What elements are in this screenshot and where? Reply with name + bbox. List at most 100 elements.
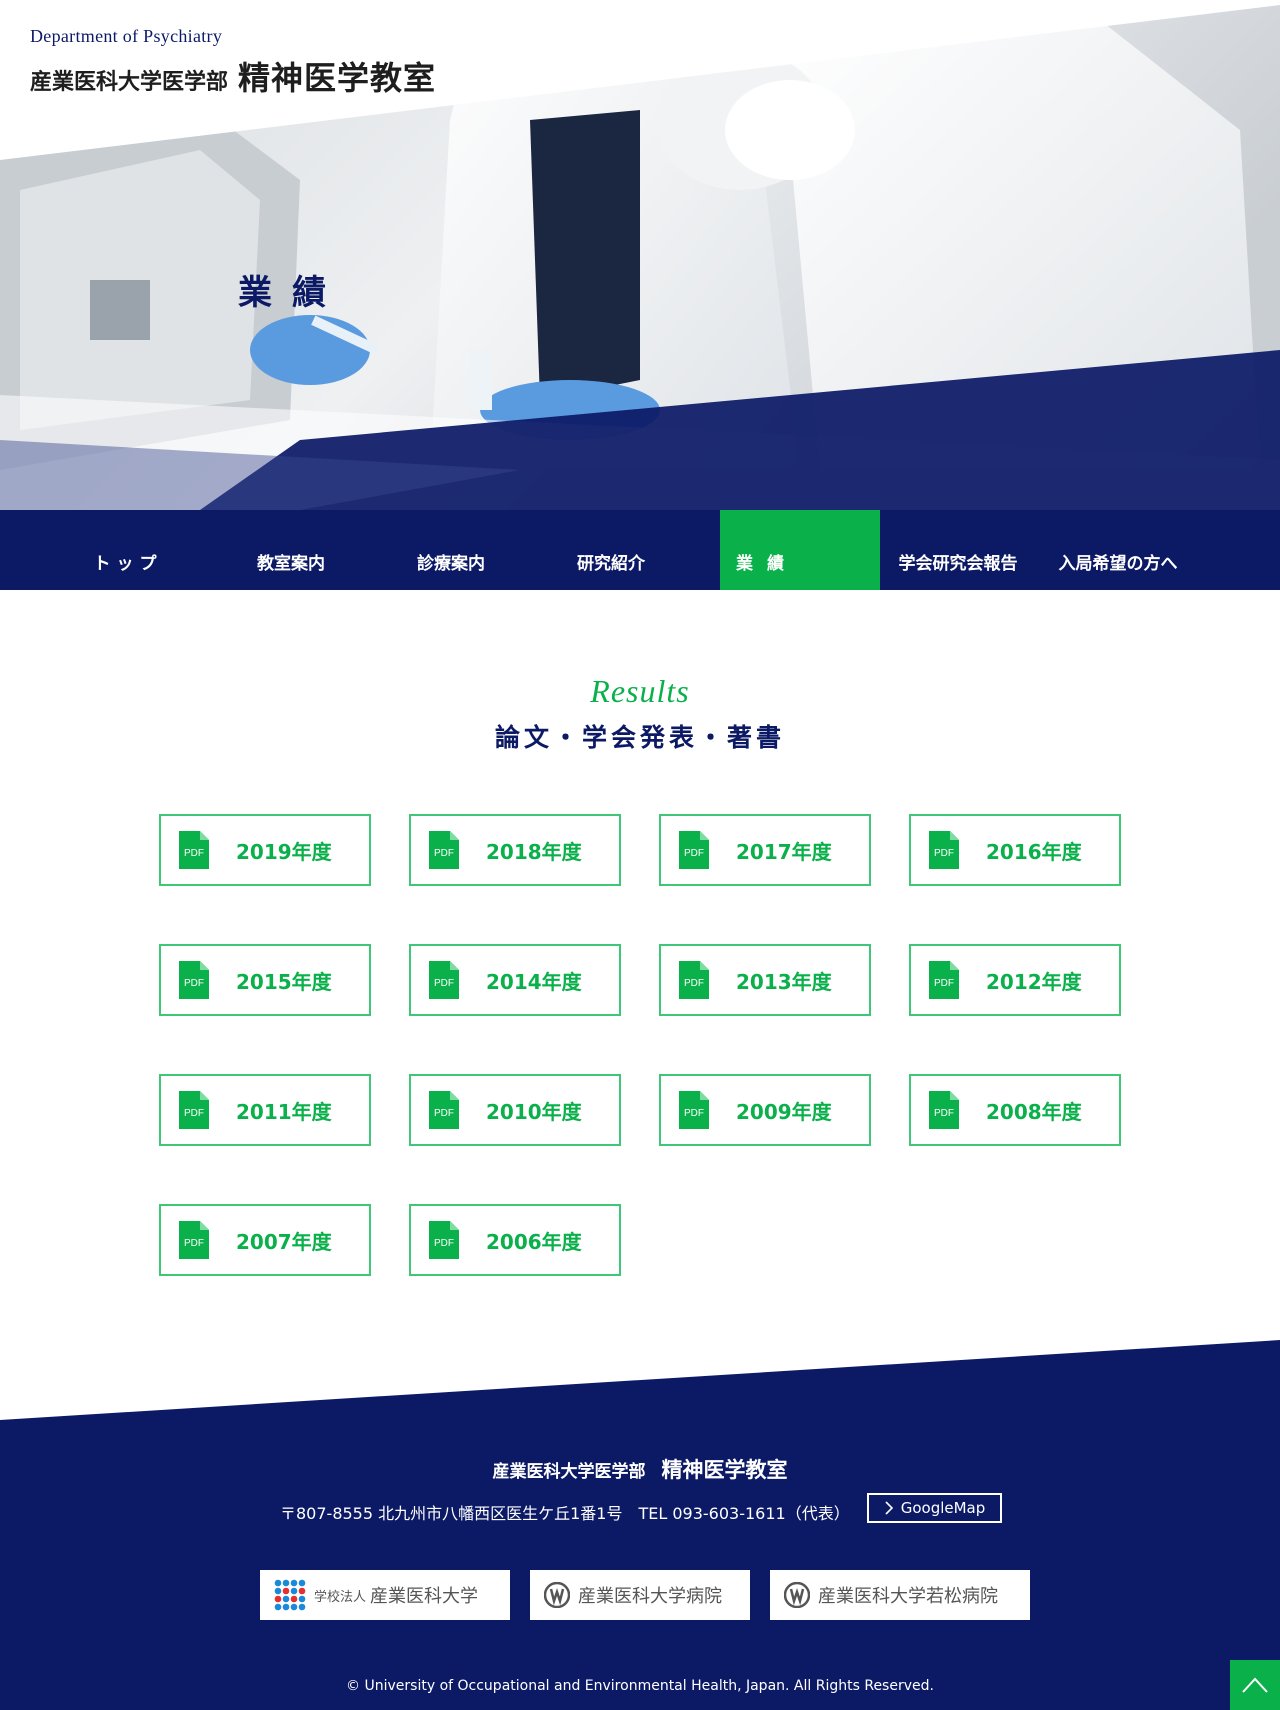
results-year-label: 2008年度: [986, 1099, 1082, 1124]
footer-background: [0, 1340, 1280, 1710]
pdf-icon-text: PDF: [434, 1238, 454, 1249]
pdf-icon-text: PDF: [434, 1108, 454, 1119]
results-year-label: 2009年度: [736, 1099, 832, 1124]
page-title: 業績: [238, 273, 346, 313]
pdf-icon-text: PDF: [184, 978, 204, 989]
logo-university-hospital[interactable]: 産業医科大学病院: [530, 1570, 750, 1620]
pdf-file-icon: PDF: [929, 831, 959, 869]
pdf-file-icon: PDF: [679, 831, 709, 869]
footer-address: 〒807-8555 北九州市八幡西区医生ケ丘1番1号 TEL 093-603-1…: [280, 1504, 850, 1523]
nav-label: 研究紹介: [577, 554, 645, 574]
results-pdf-link[interactable]: PDF 2007年度: [159, 1204, 371, 1276]
nav-item-research[interactable]: 研究紹介: [531, 510, 691, 590]
results-year-label: 2011年度: [236, 1099, 332, 1124]
nav-item-clinic[interactable]: 診療案内: [371, 510, 531, 590]
results-pdf-link[interactable]: PDF 2018年度: [409, 814, 621, 886]
site-brand[interactable]: Department of Psychiatry 産業医科大学医学部 精神医学教…: [30, 26, 436, 99]
results-pdf-link[interactable]: PDF 2015年度: [159, 944, 371, 1016]
pdf-file-icon: PDF: [179, 961, 209, 999]
logo-small-label: 学校法人: [314, 1589, 367, 1605]
logo-uoeh[interactable]: 学校法人 産業医科大学: [260, 1570, 510, 1620]
results-pdf-link[interactable]: PDF 2010年度: [409, 1074, 621, 1146]
logo-wakamatsu-hospital[interactable]: 産業医科大学若松病院: [770, 1570, 1030, 1620]
nav-item-top[interactable]: トップ: [48, 510, 208, 590]
main-nav: トップ 教室案内 診療案内 研究紹介 業績 学会研究会報告 入局希望の方へ: [0, 510, 1280, 590]
results-year-label: 2016年度: [986, 839, 1082, 864]
pdf-file-icon: PDF: [429, 961, 459, 999]
pdf-file-icon: PDF: [179, 1091, 209, 1129]
results-pdf-link[interactable]: PDF 2017年度: [659, 814, 871, 886]
pdf-icon-text: PDF: [684, 848, 704, 859]
results-pdf-link[interactable]: PDF 2008年度: [909, 1074, 1121, 1146]
pdf-icon-text: PDF: [934, 1108, 954, 1119]
results-pdf-link[interactable]: PDF 2009年度: [659, 1074, 871, 1146]
nav-item-conference[interactable]: 学会研究会報告: [878, 510, 1038, 590]
results-year-label: 2012年度: [986, 969, 1082, 994]
pdf-icon-text: PDF: [184, 848, 204, 859]
pdf-icon-text: PDF: [434, 848, 454, 859]
results-heading-en: Results: [590, 673, 690, 709]
hospital-logo-icon: [544, 1582, 570, 1608]
nav-label: 入局希望の方へ: [1058, 554, 1178, 574]
googlemap-button[interactable]: GoogleMap: [867, 1493, 1002, 1523]
copyright: © University of Occupational and Environ…: [346, 1678, 934, 1694]
pdf-file-icon: PDF: [179, 831, 209, 869]
logo-label: 産業医科大学: [370, 1586, 479, 1607]
results-pdf-link[interactable]: PDF 2016年度: [909, 814, 1121, 886]
results-year-label: 2015年度: [236, 969, 332, 994]
pdf-icon-text: PDF: [184, 1108, 204, 1119]
brand-english: Department of Psychiatry: [30, 26, 223, 46]
googlemap-label: GoogleMap: [900, 1499, 986, 1517]
pdf-icon-text: PDF: [184, 1238, 204, 1249]
brand-japanese: 産業医科大学医学部 精神医学教室: [30, 53, 436, 99]
pdf-file-icon: PDF: [929, 961, 959, 999]
results-pdf-link[interactable]: PDF 2006年度: [409, 1204, 621, 1276]
results-heading-ja: 論文・学会発表・著書: [494, 723, 785, 752]
results-pdf-link[interactable]: PDF 2014年度: [409, 944, 621, 1016]
nav-item-about[interactable]: 教室案内: [211, 510, 371, 590]
pdf-file-icon: PDF: [929, 1091, 959, 1129]
footer-department: 精神医学教室: [661, 1458, 788, 1482]
results-pdf-link[interactable]: PDF 2012年度: [909, 944, 1121, 1016]
nav-item-results[interactable]: 業績: [720, 510, 880, 590]
results-year-label: 2007年度: [236, 1229, 332, 1254]
chevron-right-icon: [885, 1501, 893, 1515]
pdf-icon-text: PDF: [934, 978, 954, 989]
results-year-label: 2006年度: [486, 1229, 582, 1254]
brand-department: 精神医学教室: [238, 59, 437, 97]
pdf-file-icon: PDF: [429, 1091, 459, 1129]
results-pdf-link[interactable]: PDF 2019年度: [159, 814, 371, 886]
pdf-icon-text: PDF: [684, 978, 704, 989]
pdf-file-icon: PDF: [679, 961, 709, 999]
nav-item-recruit[interactable]: 入局希望の方へ: [1038, 510, 1198, 590]
pdf-file-icon: PDF: [429, 1221, 459, 1259]
hospital-logo-icon: [784, 1582, 810, 1608]
nav-label: トップ: [93, 554, 163, 574]
chevron-up-icon: [1242, 1677, 1268, 1693]
pdf-icon-text: PDF: [434, 978, 454, 989]
results-heading: Results 論文・学会発表・著書: [0, 673, 1280, 754]
pdf-icon-text: PDF: [684, 1108, 704, 1119]
pdf-icon-text: PDF: [934, 848, 954, 859]
pdf-file-icon: PDF: [679, 1091, 709, 1129]
results-year-label: 2018年度: [486, 839, 582, 864]
results-pdf-link[interactable]: PDF 2011年度: [159, 1074, 371, 1146]
results-year-label: 2014年度: [486, 969, 582, 994]
hero-banner: Department of Psychiatry 産業医科大学医学部 精神医学教…: [0, 0, 1280, 510]
brand-university: 産業医科大学医学部: [30, 70, 229, 95]
nav-label: 教室案内: [257, 554, 325, 574]
footer-title: 産業医科大学医学部 精神医学教室: [0, 1454, 1280, 1484]
results-year-label: 2019年度: [236, 839, 332, 864]
pdf-file-icon: PDF: [179, 1221, 209, 1259]
footer-university: 産業医科大学医学部: [492, 1462, 646, 1482]
nav-label: 学会研究会報告: [898, 554, 1018, 574]
page-top-button[interactable]: [1230, 1660, 1280, 1710]
results-year-label: 2013年度: [736, 969, 832, 994]
results-pdf-link[interactable]: PDF 2013年度: [659, 944, 871, 1016]
results-year-label: 2010年度: [486, 1099, 582, 1124]
results-year-label: 2017年度: [736, 839, 832, 864]
logo-label: 産業医科大学若松病院: [818, 1586, 998, 1607]
pdf-file-icon: PDF: [429, 831, 459, 869]
nav-label: 診療案内: [417, 554, 485, 574]
logo-label: 産業医科大学病院: [578, 1586, 722, 1607]
